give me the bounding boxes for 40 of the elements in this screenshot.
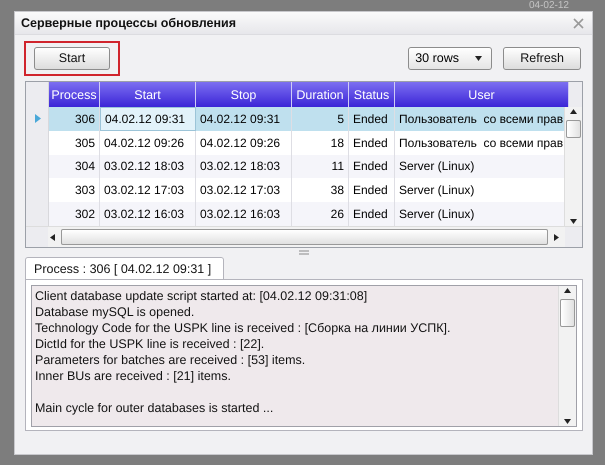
- log-scrollbar[interactable]: [558, 286, 576, 426]
- process-tab[interactable]: Process : 306 [ 04.02.12 09:31 ]: [25, 257, 224, 279]
- column-header[interactable]: User: [395, 82, 569, 107]
- caret-icon: [474, 54, 484, 62]
- scroll-up-icon[interactable]: [563, 286, 572, 295]
- row-pointer-icon: [32, 114, 42, 124]
- rows-dropdown[interactable]: 30 rows: [408, 46, 492, 70]
- row-indicator-cell: [26, 82, 49, 107]
- close-icon[interactable]: [573, 18, 584, 28]
- table-cell: 04.02.12 09:31: [100, 107, 196, 131]
- header-filler: [569, 82, 582, 107]
- column-header[interactable]: Start: [100, 82, 196, 107]
- log-line: Technology Code for the USPK line is received : [Сборка на линии УСПК].: [35, 320, 452, 336]
- table-row[interactable]: 304 03.02.12 18:03 03.02.12 18:03 11 Ended Server (Linux): [26, 154, 564, 178]
- log-line: Main cycle for outer databases is started ...: [35, 400, 274, 416]
- table-row[interactable]: 306 04.02.12 09:31 04.02.12 09:31 5 Ended Пользователь со всеми прав: [26, 107, 564, 131]
- scroll-down-icon[interactable]: [563, 417, 572, 426]
- table-row[interactable]: 302 03.02.12 16:03 03.02.12 16:03 26 Ended Server (Linux): [26, 202, 564, 226]
- column-header[interactable]: Stop: [196, 82, 292, 107]
- scroll-left-icon[interactable]: [48, 232, 57, 242]
- start-button[interactable]: Start: [34, 46, 110, 70]
- vertical-scrollbar[interactable]: [564, 107, 582, 226]
- log-line: DictId for the USPK line is received : [22].: [35, 336, 266, 352]
- log-line: Database mySQL is opened.: [35, 304, 196, 320]
- scroll-thumb[interactable]: [560, 299, 575, 327]
- refresh-button[interactable]: Refresh: [503, 46, 581, 70]
- scroll-thumb[interactable]: [61, 229, 548, 245]
- log-line: Client database update script started at: [04.02.12 09:31:08]: [35, 288, 368, 304]
- table-row[interactable]: 305 04.02.12 09:26 04.02.12 09:26 18 Ended Пользователь со всеми прав: [26, 130, 564, 155]
- scroll-thumb[interactable]: [566, 120, 581, 138]
- column-header[interactable]: Duration: [292, 82, 349, 107]
- scroll-right-icon[interactable]: [552, 232, 561, 242]
- window-title: Серверные процессы обновления: [21, 16, 236, 30]
- log-line: Parameters for batches are received : [53] items.: [35, 352, 306, 368]
- splitter-handle[interactable]: [298, 250, 308, 254]
- background-text: 04-02-12: [528, 0, 569, 11]
- horizontal-scrollbar[interactable]: [48, 227, 561, 247]
- column-header[interactable]: Status: [349, 82, 395, 107]
- log-line: Inner BUs are received : [21] items.: [35, 368, 232, 384]
- column-header[interactable]: Process: [49, 82, 100, 107]
